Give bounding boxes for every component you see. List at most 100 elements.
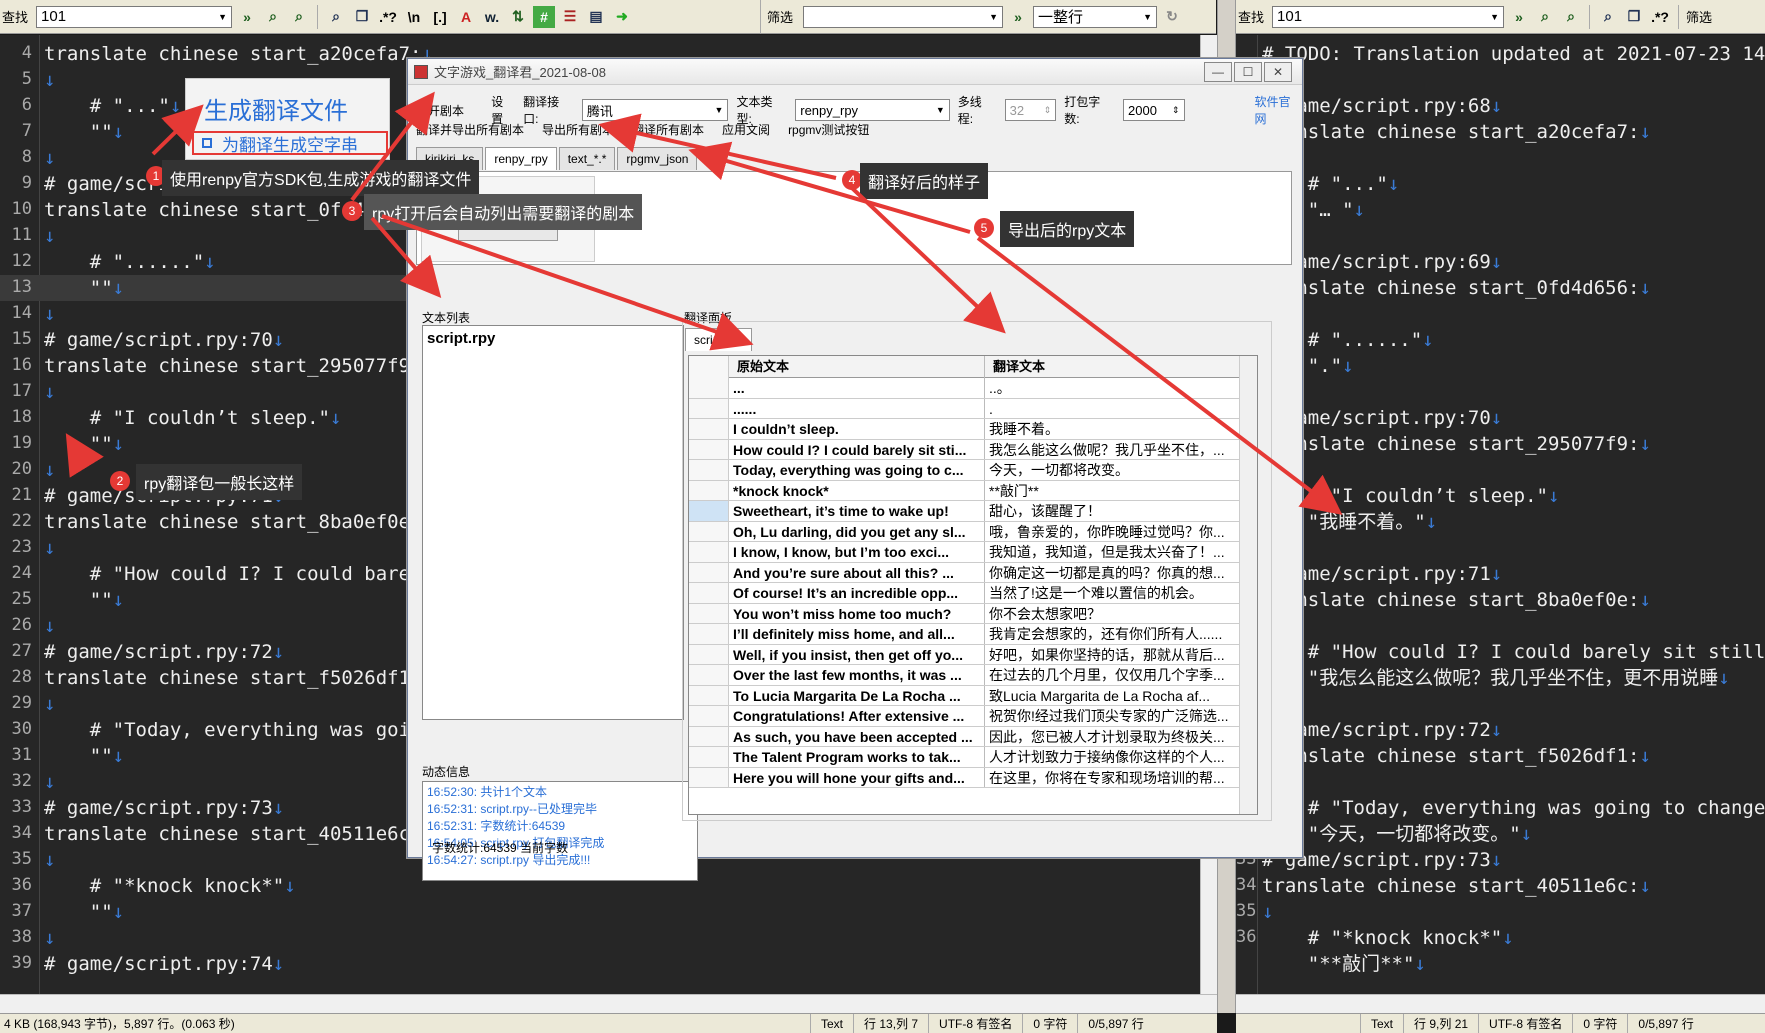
row-header[interactable]: [689, 747, 729, 767]
original-cell[interactable]: Well, if you insist, then get off yo...: [729, 644, 985, 664]
row-header[interactable]: [689, 419, 729, 439]
translated-cell[interactable]: 今天，一切都将改变。: [985, 460, 1239, 480]
translated-cell[interactable]: 你确定这一切都是真的吗？你真的想...: [985, 563, 1239, 583]
chevron-down-icon[interactable]: ▼: [989, 12, 998, 22]
panel-icon[interactable]: ▤: [585, 6, 607, 28]
row-header[interactable]: [689, 378, 729, 398]
original-cell[interactable]: The Talent Program works to tak...: [729, 747, 985, 767]
table-row[interactable]: Here you will hone your gifts and... 在这里，…: [689, 767, 1239, 788]
row-header[interactable]: [689, 583, 729, 603]
row-header[interactable]: [689, 439, 729, 459]
newline-icon[interactable]: \n: [403, 6, 425, 28]
original-cell[interactable]: Congratulations! After extensive ...: [729, 706, 985, 726]
row-header[interactable]: [689, 398, 729, 418]
translated-cell[interactable]: ..。: [985, 378, 1239, 398]
row-header[interactable]: [689, 603, 729, 623]
tab-script[interactable]: script.rpy: [685, 328, 752, 351]
search-icon[interactable]: ⌕: [325, 6, 347, 28]
translated-cell[interactable]: **敲门**: [985, 481, 1239, 501]
case-icon[interactable]: A: [455, 6, 477, 28]
table-row[interactable]: *knock knock* **敲门**: [689, 480, 1239, 501]
row-header[interactable]: [689, 665, 729, 685]
row-header[interactable]: [689, 501, 729, 521]
code-line[interactable]: # game/script.rpy:73↓: [1262, 847, 1765, 873]
row-header[interactable]: [689, 542, 729, 562]
code-line[interactable]: "."↓: [1262, 353, 1765, 379]
original-cell[interactable]: Today, everything was going to c...: [729, 460, 985, 480]
table-row[interactable]: How could I? I could barely sit sti... 我怎…: [689, 439, 1239, 460]
threads-stepper[interactable]: 32 ⇕: [1004, 99, 1057, 121]
code-line[interactable]: translate chinese start_40511e6c:↓: [1262, 873, 1765, 899]
encoding[interactable]: UTF-8 有签名: [1478, 1014, 1572, 1033]
code-line[interactable]: translate chinese start_0fd4d656:↓: [1262, 275, 1765, 301]
website-link[interactable]: 软件官网: [1255, 93, 1303, 127]
spinner-icon[interactable]: ⇕: [1044, 105, 1052, 116]
translation-grid[interactable]: 原始文本 翻译文本 .....。....... I couldn’t sleep.…: [688, 355, 1258, 815]
minimize-button[interactable]: —: [1204, 61, 1232, 82]
translated-cell[interactable]: 在这里，你将在专家和现场培训的帮...: [985, 768, 1239, 788]
code-line[interactable]: # "......"↓: [1262, 327, 1765, 353]
translated-cell[interactable]: 祝贺你!经过我们顶尖专家的广泛筛选...: [985, 706, 1239, 726]
code-line[interactable]: "我怎么能这么做呢？我几乎坐不住，更不用说睡↓: [1262, 665, 1765, 691]
original-cell[interactable]: *knock knock*: [729, 480, 985, 500]
chevron-down-icon[interactable]: ▼: [936, 105, 945, 115]
table-row[interactable]: You won’t miss home too much? 你不会太想家吧？: [689, 603, 1239, 624]
api-select[interactable]: 腾讯 ▼: [581, 99, 729, 121]
dialog-titlebar[interactable]: 文字游戏_翻译君_2021-08-08 — ☐ ✕: [408, 59, 1302, 85]
log-box[interactable]: 16:52:30: 共计1个文本 16:52:31: script.rpy--已处…: [422, 781, 698, 881]
code-line[interactable]: "**敲门**"↓: [1262, 951, 1765, 977]
code-line[interactable]: ↓: [1262, 457, 1765, 483]
grid-icon[interactable]: #: [533, 5, 556, 28]
code-line[interactable]: translate chinese start_f5026df1:↓: [1262, 743, 1765, 769]
code-line[interactable]: "今天，一切都将改变。"↓: [1262, 821, 1765, 847]
row-header[interactable]: [689, 460, 729, 480]
translated-cell[interactable]: 我知道，我知道，但是我太兴奋了！...: [985, 542, 1239, 562]
regex-icon[interactable]: .*?: [1649, 6, 1671, 28]
text-list[interactable]: script.rpy: [422, 325, 684, 720]
code-line[interactable]: # "..."↓: [1262, 171, 1765, 197]
refresh-icon[interactable]: ↻: [1161, 6, 1183, 28]
encoding[interactable]: UTF-8 有签名: [928, 1014, 1022, 1033]
swap-icon[interactable]: ⇅: [507, 6, 529, 28]
translated-cell[interactable]: 因此，您已被人才计划录取为终极关...: [985, 727, 1239, 747]
table-row[interactable]: And you’re sure about all this? ... 你确定这一…: [689, 562, 1239, 583]
translated-cell[interactable]: 我怎么能这么做呢？我几乎坐不住，...: [985, 440, 1239, 460]
go-arrow-icon[interactable]: ➜: [611, 6, 633, 28]
right-editor[interactable]: # TODO: Translation updated at 2021-07-2…: [1236, 35, 1765, 994]
copy-icon[interactable]: ❐: [351, 6, 373, 28]
table-row[interactable]: I’ll definitely miss home, and all... 我肯定…: [689, 624, 1239, 645]
find-input[interactable]: 101 ▼: [36, 5, 233, 28]
table-row[interactable]: Congratulations! After extensive ... 祝贺你!…: [689, 706, 1239, 727]
code-line[interactable]: ↓: [1262, 535, 1765, 561]
type-tab[interactable]: rpgmv_json: [617, 147, 698, 170]
original-cell[interactable]: And you’re sure about all this? ...: [729, 562, 985, 582]
row-header[interactable]: [689, 644, 729, 664]
code-line[interactable]: ↓: [1262, 301, 1765, 327]
code-line[interactable]: # game/script.rpy:74↓: [44, 951, 1200, 977]
row-header[interactable]: [689, 521, 729, 541]
original-cell[interactable]: Of course! It’s an incredible opp...: [729, 583, 985, 603]
list-icon[interactable]: ☰: [559, 6, 581, 28]
table-row[interactable]: .......: [689, 398, 1239, 419]
sdk-popup-option[interactable]: 为翻译生成空字串: [192, 131, 388, 155]
bracket-icon[interactable]: [.]: [429, 6, 451, 28]
wrap-select[interactable]: 一整行 ▼: [1033, 5, 1158, 28]
menu-item[interactable]: 翻译并导出所有剧本: [416, 121, 524, 138]
search-icon[interactable]: ⌕: [1597, 6, 1619, 28]
sdk-popup-title[interactable]: 生成翻译文件: [204, 91, 348, 126]
double-chevron-icon[interactable]: »: [1508, 6, 1530, 28]
table-row[interactable]: Of course! It’s an incredible opp... 当然了!…: [689, 583, 1239, 604]
table-row[interactable]: Sweetheart, it’s time to wake up! 甜心，该醒醒了…: [689, 501, 1239, 522]
original-cell[interactable]: To Lucia Margarita De La Rocha ...: [729, 685, 985, 705]
row-header[interactable]: [689, 767, 729, 787]
filter-input[interactable]: ▼: [803, 5, 1004, 28]
code-line[interactable]: # "How could I? I could barely sit still…: [1262, 639, 1765, 665]
table-row[interactable]: Today, everything was going to c... 今天，一切…: [689, 460, 1239, 481]
table-row[interactable]: Oh, Lu darling, did you get any sl... 哦，鲁…: [689, 521, 1239, 542]
row-header[interactable]: [689, 706, 729, 726]
copy-icon[interactable]: ❐: [1623, 6, 1645, 28]
find-prev-icon[interactable]: ⌕: [1560, 6, 1582, 28]
translated-cell[interactable]: 甜心，该醒醒了！: [985, 501, 1239, 521]
table-row[interactable]: I know, I know, but I’m too exci... 我知道，我…: [689, 542, 1239, 563]
table-row[interactable]: As such, you have been accepted ... 因此，您已…: [689, 726, 1239, 747]
